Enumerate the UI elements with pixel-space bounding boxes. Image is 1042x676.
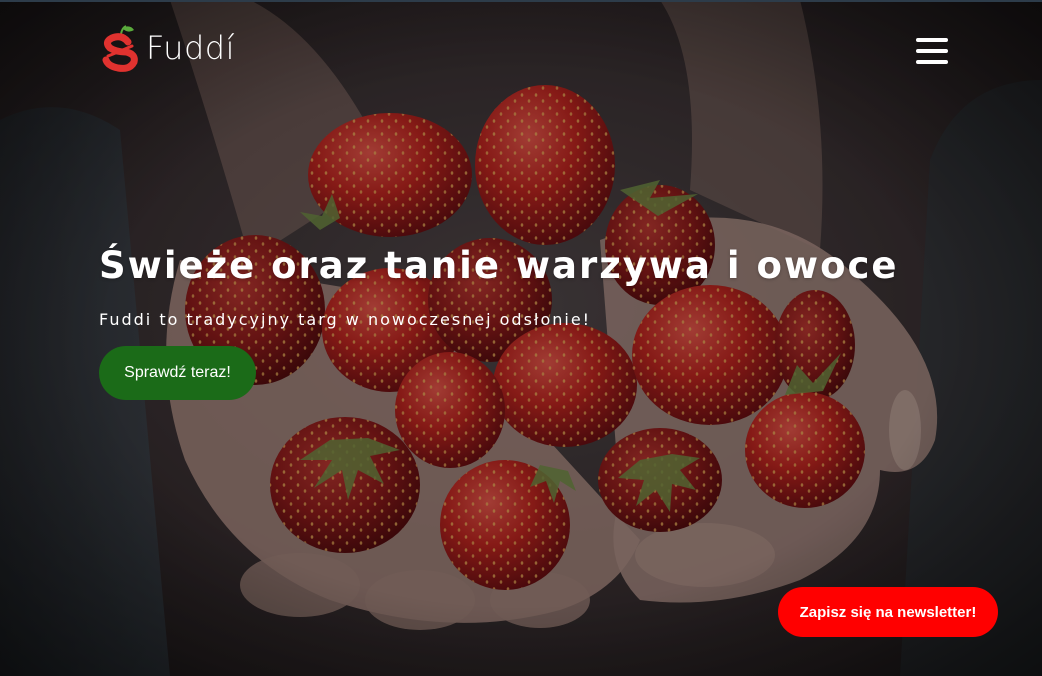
hero-background-image — [0, 0, 1042, 676]
hero-section: Fuddí Świeże oraz tanie warzywa i owoce … — [0, 0, 1042, 676]
fuddi-logo-icon — [102, 25, 138, 72]
hero-title: Świeże oraz tanie warzywa i owoce — [99, 244, 899, 287]
check-now-button[interactable]: Sprawdź teraz! — [99, 346, 256, 400]
hamburger-menu-icon[interactable] — [913, 35, 951, 67]
menu-bar — [916, 38, 948, 42]
menu-bar — [916, 49, 948, 53]
newsletter-signup-button[interactable]: Zapisz się na newsletter! — [778, 587, 998, 637]
brand-logo[interactable]: Fuddí — [100, 22, 235, 74]
hero-subtitle: Fuddi to tradycyjny targ w nowoczesnej o… — [99, 310, 592, 329]
top-border — [0, 0, 1042, 2]
menu-bar — [916, 60, 948, 64]
brand-name: Fuddí — [146, 29, 235, 67]
